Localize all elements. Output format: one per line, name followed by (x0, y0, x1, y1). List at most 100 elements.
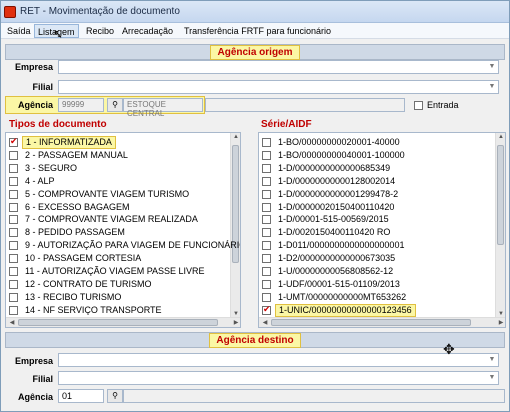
menu-transferencia[interactable]: Transferência FRTF para funcionário (181, 26, 334, 36)
tipos-item[interactable]: 4 - ALP (6, 176, 230, 187)
checkbox[interactable] (9, 150, 18, 160)
tipos-item[interactable]: 7 - COMPROVANTE VIAGEM REALIZADA (6, 214, 230, 225)
tipos-hscroll-thumb[interactable] (18, 319, 218, 326)
checkbox[interactable] (9, 254, 18, 264)
entrada-checkbox[interactable] (414, 101, 423, 110)
checkbox[interactable] (262, 241, 271, 251)
checkbox[interactable] (9, 305, 18, 315)
serie-item-label: 1-BO/00000000040001-100000 (278, 149, 405, 160)
menu-arrecadacao[interactable]: Arrecadação (119, 26, 176, 36)
origem-filial-select[interactable]: ▼ (58, 80, 499, 94)
chevron-down-icon[interactable]: ▼ (486, 81, 498, 93)
serie-item[interactable]: 1-BO/00000000040001-100000 (259, 150, 495, 161)
serie-vscroll-thumb[interactable] (497, 145, 504, 245)
checkbox[interactable] (9, 202, 18, 212)
menu-bar: Saída Listagem Recibo Arrecadação Transf… (1, 23, 509, 39)
checkbox[interactable] (9, 136, 18, 147)
app-icon (4, 6, 16, 18)
serie-item[interactable]: 1-D/0000000000000685349 (259, 163, 495, 174)
serie-item[interactable]: 1-UDF/00001-515-01109/2013 (259, 279, 495, 290)
chevron-down-icon[interactable]: ▼ (486, 354, 498, 366)
checkbox[interactable] (9, 189, 18, 199)
serie-item[interactable]: 1-D/0020150400110420 RO (259, 227, 495, 238)
chevron-down-icon[interactable]: ▼ (486, 61, 498, 73)
tipos-item-label: 7 - COMPROVANTE VIAGEM REALIZADA (25, 214, 198, 225)
tipos-item[interactable]: 9 - AUTORIZAÇÃO PARA VIAGEM DE FUNCIONÁR… (6, 240, 240, 251)
checkbox[interactable] (262, 279, 271, 289)
serie-item[interactable]: 1-UNIC/00000000000000123456 (259, 303, 495, 317)
checkbox[interactable] (262, 189, 271, 199)
serie-item[interactable]: 1-BO/00000000020001-40000 (259, 137, 495, 148)
tipos-item[interactable]: 3 - SEGURO (6, 163, 230, 174)
checkbox[interactable] (262, 267, 271, 276)
checkbox[interactable] (9, 267, 18, 276)
binoculars-icon[interactable]: ⚲ (107, 98, 123, 112)
menu-recibo[interactable]: Recibo (83, 26, 117, 36)
checkbox[interactable] (9, 292, 18, 302)
tipos-list[interactable]: ▲ ▼ ◀ ▶ 1 - INFORMATIZADA2 - PASSAGEM MA… (5, 132, 241, 328)
checkbox[interactable] (262, 176, 271, 186)
tipos-item[interactable]: 5 - COMPROVANTE VIAGEM TURISMO (6, 189, 230, 200)
tipos-item[interactable]: 8 - PEDIDO PASSAGEM (6, 227, 230, 238)
tipos-item-label: 2 - PASSAGEM MANUAL (25, 149, 128, 160)
serie-hscroll-thumb[interactable] (271, 319, 471, 326)
serie-item[interactable]: 1-D2/0000000000000673035 (259, 253, 495, 264)
tipos-item-label: 11 - AUTORIZAÇÃO VIAGEM PASSE LIVRE (25, 266, 205, 276)
serie-item[interactable]: 1-D/00000020150400110420 (259, 202, 495, 213)
tipos-item-label: 12 - CONTRATO DE TURISMO (25, 278, 152, 289)
serie-item[interactable]: 1-D/00000000000128002014 (259, 176, 495, 187)
scroll-right-icon[interactable]: ▶ (231, 319, 240, 326)
checkbox[interactable] (9, 163, 18, 173)
serie-item[interactable]: 1-D/0000000000001299478-2 (259, 189, 495, 200)
chevron-down-icon[interactable]: ▼ (486, 372, 498, 384)
serie-vscroll[interactable]: ▲ ▼ (495, 133, 505, 318)
tipos-item[interactable]: 14 - NF SERVIÇO TRANSPORTE (6, 305, 230, 316)
checkbox[interactable] (262, 292, 271, 302)
tipos-item[interactable]: 1 - INFORMATIZADA (6, 136, 230, 149)
tipos-item[interactable]: 12 - CONTRATO DE TURISMO (6, 279, 230, 290)
destino-empresa-label: Empresa (14, 356, 53, 366)
scroll-left-icon[interactable]: ◀ (7, 319, 17, 326)
checkbox[interactable] (9, 241, 18, 251)
serie-item[interactable]: 1-D011/0000000000000000001 (259, 240, 495, 251)
menu-saida[interactable]: Saída (4, 26, 34, 36)
serie-item[interactable]: 1-D/00001-515-00569/2015 (259, 214, 495, 225)
destino-empresa-select[interactable]: ▼ (58, 353, 499, 367)
tipos-item[interactable]: 10 - PASSAGEM CORTESIA (6, 253, 230, 264)
checkbox[interactable] (262, 228, 271, 238)
checkbox[interactable] (9, 215, 18, 225)
serie-item[interactable]: 1-U/00000000056808562-12 (259, 266, 495, 277)
checkbox[interactable] (262, 254, 271, 264)
serie-list[interactable]: ▲ ▼ ◀ ▶ 1-BO/00000000020001-40000 1-BO/00… (258, 132, 506, 328)
tipos-item[interactable]: 13 - RECIBO TURISMO (6, 292, 230, 303)
origem-empresa-select[interactable]: ▼ (58, 60, 499, 74)
tipos-item[interactable]: 2 - PASSAGEM MANUAL (6, 150, 230, 161)
tipos-item[interactable]: 6 - EXCESSO BAGAGEM (6, 202, 230, 213)
binoculars-icon[interactable]: ⚲ (107, 389, 123, 403)
tipos-item-label: 1 - INFORMATIZADA (22, 136, 116, 149)
tipos-title: Tipos de documento (9, 119, 107, 130)
checkbox[interactable] (262, 202, 271, 212)
title-bar: RET - Movimentação de documento (1, 1, 509, 23)
serie-item[interactable]: 1-UMT/00000000000MT653262 (259, 292, 495, 303)
checkbox[interactable] (262, 304, 271, 315)
scroll-up-icon[interactable]: ▲ (231, 134, 240, 140)
serie-hscroll[interactable]: ◀ ▶ (259, 317, 505, 327)
checkbox[interactable] (9, 176, 18, 186)
checkbox[interactable] (9, 228, 18, 238)
origem-agencia-code[interactable]: 99999 (58, 98, 104, 112)
scroll-up-icon[interactable]: ▲ (496, 134, 505, 140)
checkbox[interactable] (262, 150, 271, 160)
tipos-item[interactable]: 11 - AUTORIZAÇÃO VIAGEM PASSE LIVRE (6, 266, 230, 277)
checkbox[interactable] (262, 163, 271, 173)
window-title: RET - Movimentação de documento (20, 6, 180, 17)
destino-filial-select[interactable]: ▼ (58, 371, 499, 385)
checkbox[interactable] (262, 138, 271, 147)
destino-agencia-code[interactable]: 01 (58, 389, 104, 403)
tipos-vscroll[interactable]: ▲ ▼ (230, 133, 240, 318)
checkbox[interactable] (9, 279, 18, 289)
checkbox[interactable] (262, 215, 271, 225)
tipos-hscroll[interactable]: ◀ ▶ (6, 317, 240, 327)
scroll-left-icon[interactable]: ◀ (260, 319, 270, 326)
scroll-right-icon[interactable]: ▶ (496, 319, 505, 326)
